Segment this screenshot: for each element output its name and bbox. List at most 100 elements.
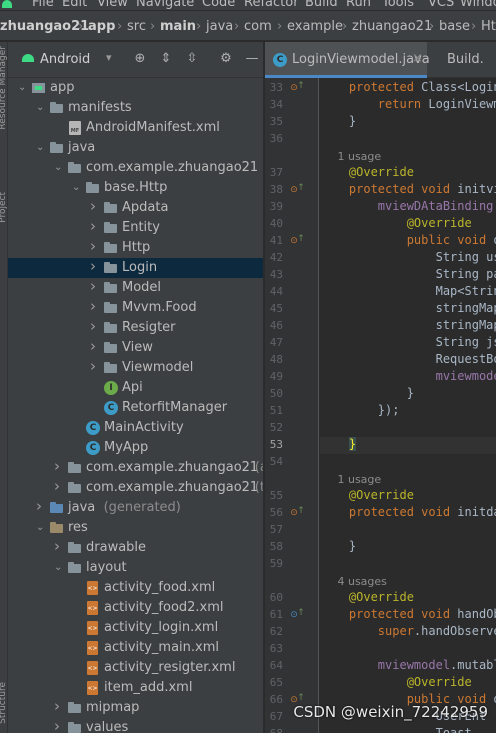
- tree-item[interactable]: ⌄ app: [8, 78, 263, 98]
- breadcrumb-item[interactable]: src: [127, 19, 146, 34]
- tree-item[interactable]: C MyApp: [8, 438, 263, 458]
- tree-item[interactable]: ⌄ base.Http: [8, 178, 263, 198]
- gear-icon[interactable]: ⚙: [218, 51, 234, 67]
- menu-view[interactable]: View: [97, 0, 128, 10]
- expand-all-icon[interactable]: ⇕: [158, 51, 174, 67]
- tree-item[interactable]: › View: [8, 338, 263, 358]
- line-number: 68: [265, 727, 283, 733]
- project-stripe-label[interactable]: Project: [0, 192, 8, 223]
- menu-navigate[interactable]: Navigate: [136, 0, 194, 10]
- tree-item[interactable]: › Apdata: [8, 198, 263, 218]
- tree-item[interactable]: › Resigter: [8, 318, 263, 338]
- line-number: 66: [269, 693, 283, 706]
- breadcrumb-item[interactable]: example: [287, 19, 343, 34]
- tree-item[interactable]: › Entity: [8, 218, 263, 238]
- chevron-right-icon[interactable]: ›: [90, 199, 100, 214]
- chevron-down-icon[interactable]: ⌄: [54, 561, 64, 575]
- chevron-down-icon[interactable]: ⌄: [36, 101, 46, 115]
- menu-run[interactable]: Run: [346, 0, 371, 10]
- usage-hint-text[interactable]: 1 usage: [320, 150, 381, 163]
- chevron-down-icon[interactable]: ⌄: [18, 81, 28, 95]
- structure-stripe-label[interactable]: Structure: [0, 682, 8, 724]
- collapse-all-icon[interactable]: ⇳: [184, 51, 200, 67]
- locate-file-icon[interactable]: ⊕: [132, 51, 148, 67]
- chevron-down-icon[interactable]: ▾: [106, 51, 112, 64]
- chevron-down-icon[interactable]: ⌄: [36, 521, 46, 535]
- chevron-right-icon[interactable]: ›: [90, 359, 100, 374]
- chevron-right-icon[interactable]: ›: [54, 459, 64, 474]
- tree-item[interactable]: activity_main.xml: [8, 638, 263, 658]
- breadcrumb-item[interactable]: app: [88, 19, 115, 34]
- breadcrumb-item[interactable]: java: [206, 19, 233, 34]
- chevron-right-icon[interactable]: ›: [54, 699, 64, 714]
- tree-item[interactable]: ⌄ manifests: [8, 98, 263, 118]
- chevron-down-icon[interactable]: ⌄: [54, 161, 64, 175]
- tree-item[interactable]: ⌄ com.example.zhuangao21: [8, 158, 263, 178]
- resource-manager-stripe-label[interactable]: Resource Manager: [0, 46, 8, 130]
- breadcrumb-item[interactable]: base: [439, 19, 470, 34]
- hide-panel-icon[interactable]: —: [244, 51, 260, 67]
- arrow-up-icon: ↑: [297, 183, 305, 193]
- usage-hint-text[interactable]: 1 usage: [320, 473, 381, 486]
- chevron-down-icon[interactable]: ⌄: [72, 181, 82, 195]
- chevron-right-icon[interactable]: ›: [90, 339, 100, 354]
- tree-item[interactable]: › Login: [8, 258, 263, 278]
- code-line: mviewmode: [435, 369, 496, 383]
- breadcrumb-item[interactable]: com: [244, 19, 272, 34]
- usage-hint-text[interactable]: 4 usages: [320, 575, 386, 588]
- breadcrumb-item[interactable]: zhuangao21: [352, 19, 432, 34]
- breadcrumb-item[interactable]: zhuangao21: [0, 19, 89, 34]
- code-area[interactable]: protected Class<Login return LoginViewm …: [320, 78, 496, 733]
- chevron-right-icon[interactable]: ›: [90, 239, 100, 254]
- breadcrumb-item[interactable]: main: [160, 19, 196, 34]
- chevron-right-icon[interactable]: ›: [90, 219, 100, 234]
- menu-tools[interactable]: Tools: [382, 0, 414, 10]
- tree-item[interactable]: › Mvvm.Food: [8, 298, 263, 318]
- tree-item[interactable]: › values: [8, 718, 263, 733]
- tree-item[interactable]: activity_resigter.xml: [8, 658, 263, 678]
- menu-window[interactable]: Window: [460, 0, 496, 10]
- tree-item[interactable]: › java (generated): [8, 498, 263, 518]
- tree-item[interactable]: ⌄ layout: [8, 558, 263, 578]
- tree-item[interactable]: activity_food2.xml: [8, 598, 263, 618]
- chevron-right-icon[interactable]: ›: [90, 259, 100, 274]
- chevron-right-icon[interactable]: ›: [90, 299, 100, 314]
- tree-item[interactable]: › Http: [8, 238, 263, 258]
- tree-item[interactable]: › mipmap: [8, 698, 263, 718]
- tree-item[interactable]: C RetorfitManager: [8, 398, 263, 418]
- interface-icon: I: [104, 381, 118, 395]
- menu-vcs[interactable]: VCS: [428, 0, 454, 10]
- breadcrumb-item[interactable]: Http: [481, 19, 496, 34]
- tree-item[interactable]: ⌄ java: [8, 138, 263, 158]
- tree-item[interactable]: C MainActivity: [8, 418, 263, 438]
- chevron-right-icon[interactable]: ›: [90, 279, 100, 294]
- tree-item[interactable]: › Model: [8, 278, 263, 298]
- menu-file[interactable]: File: [32, 0, 54, 10]
- tree-item[interactable]: ⌄ res: [8, 518, 263, 538]
- breadcrumb-separator-icon: ›: [117, 19, 123, 34]
- tree-item-label: activity_login.xml: [104, 620, 219, 635]
- tree-item[interactable]: item_add.xml: [8, 678, 263, 698]
- tab-loginviewmodel-java[interactable]: C LoginViewmodel.java ×: [265, 42, 430, 78]
- close-icon[interactable]: ×: [412, 51, 423, 66]
- project-view-selector[interactable]: Android: [40, 52, 90, 67]
- tree-item[interactable]: › com.example.zhuangao21(and: [8, 458, 263, 478]
- menu-edit[interactable]: Edit: [62, 0, 87, 10]
- chevron-right-icon[interactable]: ›: [54, 539, 64, 554]
- tree-item[interactable]: › com.example.zhuangao21(test: [8, 478, 263, 498]
- tree-item[interactable]: I Api: [8, 378, 263, 398]
- tree-item[interactable]: activity_food.xml: [8, 578, 263, 598]
- tree-item[interactable]: activity_login.xml: [8, 618, 263, 638]
- chevron-right-icon[interactable]: ›: [54, 719, 64, 733]
- chevron-right-icon[interactable]: ›: [90, 319, 100, 334]
- tree-item[interactable]: › drawable: [8, 538, 263, 558]
- menu-refactor[interactable]: Refactor: [244, 0, 299, 10]
- chevron-right-icon[interactable]: ›: [36, 499, 46, 514]
- menu-build[interactable]: Build: [305, 0, 338, 10]
- chevron-down-icon[interactable]: ⌄: [36, 141, 46, 155]
- menu-code[interactable]: Code: [202, 0, 235, 10]
- chevron-right-icon[interactable]: ›: [54, 479, 64, 494]
- tree-item[interactable]: › Viewmodel: [8, 358, 263, 378]
- tree-item[interactable]: AndroidManifest.xml: [8, 118, 263, 138]
- tab-build-[interactable]: CBuild.: [431, 42, 496, 78]
